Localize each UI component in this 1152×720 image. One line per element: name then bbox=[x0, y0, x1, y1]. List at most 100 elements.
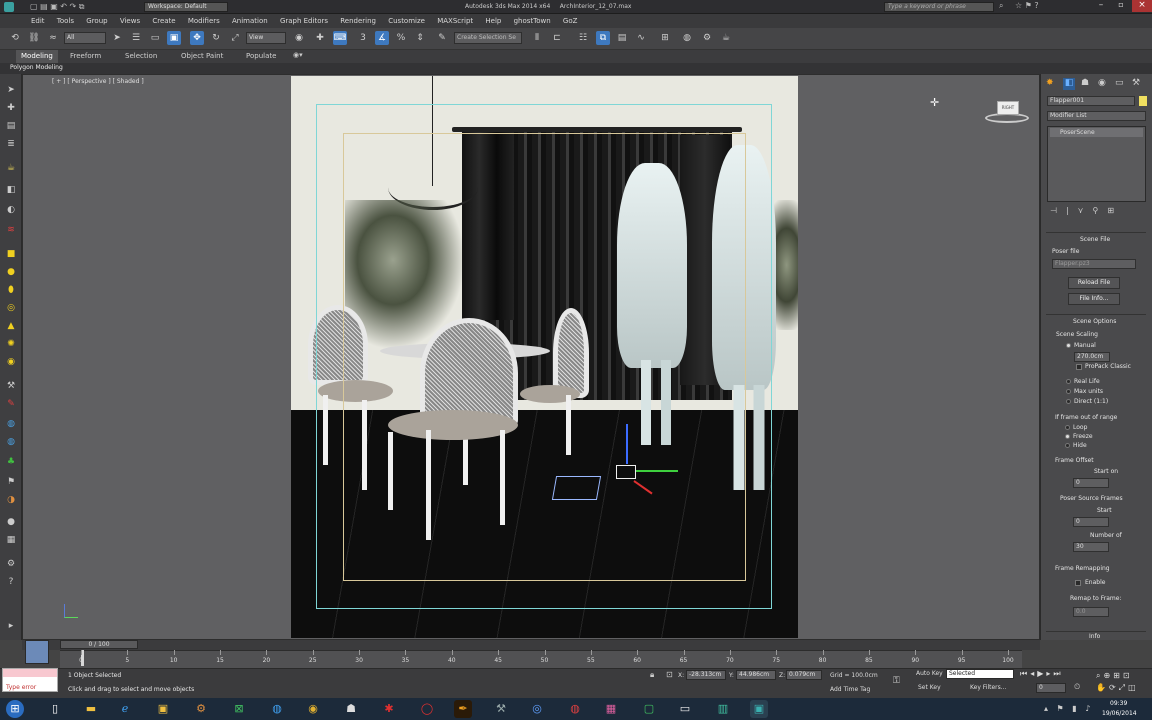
lock-selection-icon[interactable]: 🔒︎ bbox=[650, 670, 654, 680]
x-coordinate-field[interactable]: -28.313cm bbox=[686, 670, 726, 680]
app-logo-icon[interactable] bbox=[4, 2, 14, 12]
time-config-icon[interactable]: ⏲ bbox=[1074, 682, 1080, 692]
box-icon[interactable]: ■ bbox=[5, 248, 17, 260]
search-icon[interactable]: ⌕ bbox=[999, 1, 1003, 11]
utility-icon[interactable]: ⚙ bbox=[5, 558, 17, 570]
menu-tools[interactable]: Tools bbox=[52, 14, 79, 28]
create-tab-icon[interactable]: ✸ bbox=[1046, 78, 1054, 88]
modifier-stack-item[interactable]: PoserScene bbox=[1050, 128, 1143, 137]
menu-graph-editors[interactable]: Graph Editors bbox=[275, 14, 333, 28]
object-name-field[interactable]: Flapper001 bbox=[1047, 96, 1135, 106]
modify-icon[interactable]: ▤ bbox=[5, 120, 17, 132]
render-icon[interactable]: ☕ bbox=[719, 31, 733, 45]
object-paint-icon[interactable]: ⚑ bbox=[5, 476, 17, 488]
clock-date[interactable]: 19/06/2014 bbox=[1102, 710, 1137, 717]
camera-icon[interactable]: ◧ bbox=[5, 184, 17, 196]
tab-freeform[interactable]: Freeform bbox=[70, 50, 101, 63]
explorer-icon[interactable]: ▬ bbox=[82, 700, 100, 718]
chrome-icon[interactable]: ◉ bbox=[304, 700, 322, 718]
tab-object-paint[interactable]: Object Paint bbox=[181, 50, 223, 63]
loop-radio[interactable] bbox=[1065, 425, 1070, 430]
layer-manager-icon[interactable]: ☷ bbox=[576, 31, 590, 45]
key-icon[interactable]: ⚿ bbox=[893, 676, 900, 686]
select-manipulate-icon[interactable]: ✚ bbox=[313, 31, 327, 45]
real-life-radio[interactable] bbox=[1066, 379, 1071, 384]
opera-icon[interactable]: ◯ bbox=[418, 700, 436, 718]
keyboard-shortcut-icon[interactable]: ⌨ bbox=[333, 31, 347, 45]
scene-explorer-icon[interactable]: ⧉ bbox=[596, 31, 610, 45]
quick-access-toolbar[interactable]: ▢ ▤ ▣ ↶ ↷ ⧉ bbox=[30, 2, 85, 12]
named-selection-dropdown[interactable]: Create Selection Se bbox=[454, 32, 522, 44]
torus-icon[interactable]: ◎ bbox=[5, 302, 17, 314]
modify-tab-icon[interactable]: ◧ bbox=[1063, 78, 1075, 90]
motion-tab-icon[interactable]: ◉ bbox=[1098, 78, 1106, 88]
cone-icon[interactable]: ▲ bbox=[5, 320, 17, 332]
app-icon-red[interactable]: ◍ bbox=[566, 700, 584, 718]
expand-icon[interactable]: ▸ bbox=[5, 620, 17, 632]
cat-icon[interactable]: ☗ bbox=[342, 700, 360, 718]
utilities-tab-icon[interactable]: ⚒ bbox=[1132, 78, 1140, 88]
stack-controls[interactable]: ⊣|⋎⚲⊞ bbox=[1050, 206, 1123, 215]
tree-icon[interactable]: ♣ bbox=[5, 456, 17, 468]
teapot-icon[interactable]: ☕ bbox=[5, 162, 17, 174]
playback-controls[interactable]: ⏮◂▶▸⏭ bbox=[1020, 669, 1064, 679]
edit-named-sets-icon[interactable]: ✎ bbox=[435, 31, 449, 45]
window-crossing-icon[interactable]: ▣ bbox=[167, 31, 181, 45]
world-icon[interactable]: ◍ bbox=[5, 418, 17, 430]
freeze-radio[interactable] bbox=[1065, 434, 1070, 439]
auto-key-button[interactable]: Auto Key bbox=[916, 670, 943, 677]
modifier-list-dropdown[interactable]: Modifier List bbox=[1047, 111, 1146, 121]
skype-icon[interactable]: ◍ bbox=[268, 700, 286, 718]
start-spinner[interactable]: 0 bbox=[1073, 517, 1109, 527]
align-icon[interactable]: ⊏ bbox=[550, 31, 564, 45]
app-icon-green[interactable]: ▢ bbox=[640, 700, 658, 718]
ribbon-options-icon[interactable]: ◉▾ bbox=[293, 51, 303, 59]
angle-snap-icon[interactable]: ∡ bbox=[375, 31, 389, 45]
hierarchy-tab-icon[interactable]: ☗ bbox=[1081, 78, 1089, 88]
search-input[interactable]: Type a keyword or phrase bbox=[884, 2, 994, 12]
remap-spinner[interactable]: 0.0 bbox=[1073, 607, 1109, 617]
menu-group[interactable]: Group bbox=[81, 14, 112, 28]
menu-modifiers[interactable]: Modifiers bbox=[183, 14, 225, 28]
menu-ghosttown[interactable]: ghostTown bbox=[509, 14, 556, 28]
ie-icon[interactable]: ℯ bbox=[116, 700, 134, 718]
mirror-icon[interactable]: ⫴ bbox=[530, 31, 544, 45]
menu-goz[interactable]: GoZ bbox=[558, 14, 583, 28]
excel-icon[interactable]: ⊠ bbox=[230, 700, 248, 718]
close-button[interactable]: × bbox=[1132, 0, 1152, 12]
reference-coord-dropdown[interactable]: View bbox=[246, 32, 286, 44]
manual-scale-spinner[interactable]: 270.0cm bbox=[1074, 352, 1110, 362]
media-icon[interactable]: ⚙ bbox=[192, 700, 210, 718]
display-tab-icon[interactable]: ▭ bbox=[1115, 78, 1124, 88]
menu-animation[interactable]: Animation bbox=[227, 14, 273, 28]
sphere-icon[interactable]: ● bbox=[5, 266, 17, 278]
bone-icon[interactable]: ⚒ bbox=[5, 380, 17, 392]
spinner-snap-icon[interactable]: ⇕ bbox=[413, 31, 427, 45]
manual-radio[interactable] bbox=[1066, 343, 1071, 348]
tab-populate[interactable]: Populate bbox=[246, 50, 276, 63]
material-icon[interactable]: ◑ bbox=[5, 494, 17, 506]
polygon-modeling-label[interactable]: Polygon Modeling bbox=[10, 64, 63, 71]
app-icon-teal[interactable]: ▥ bbox=[714, 700, 732, 718]
start-button-icon[interactable]: ⊞ bbox=[6, 700, 24, 718]
cylinder-icon[interactable]: ⬮ bbox=[5, 284, 17, 296]
snaps-toggle-icon[interactable]: 3 bbox=[356, 31, 370, 45]
start-on-spinner[interactable]: 0 bbox=[1073, 478, 1109, 488]
illustrator-icon[interactable]: ✒ bbox=[454, 700, 472, 718]
tube-icon[interactable]: ◉ bbox=[5, 356, 17, 368]
globe-icon[interactable]: ◍ bbox=[5, 436, 17, 448]
ribbon-toggle-icon[interactable]: ▤ bbox=[615, 31, 629, 45]
paint-icon[interactable]: ✎ bbox=[5, 398, 17, 410]
app-icon-multi[interactable]: ▦ bbox=[602, 700, 620, 718]
hide-radio[interactable] bbox=[1065, 443, 1070, 448]
grid-icon[interactable]: ▦ bbox=[5, 534, 17, 546]
current-frame-field[interactable]: 0 bbox=[1036, 683, 1066, 693]
app-icon-blue[interactable]: ◎ bbox=[528, 700, 546, 718]
rollout-info[interactable]: Info bbox=[1089, 633, 1100, 640]
max-units-radio[interactable] bbox=[1066, 389, 1071, 394]
direct-radio[interactable] bbox=[1066, 399, 1071, 404]
schematic-view-icon[interactable]: ⊞ bbox=[658, 31, 672, 45]
transform-mode-icon[interactable]: ⊡ bbox=[666, 670, 673, 679]
number-of-spinner[interactable]: 30 bbox=[1073, 542, 1109, 552]
menu-views[interactable]: Views bbox=[115, 14, 145, 28]
